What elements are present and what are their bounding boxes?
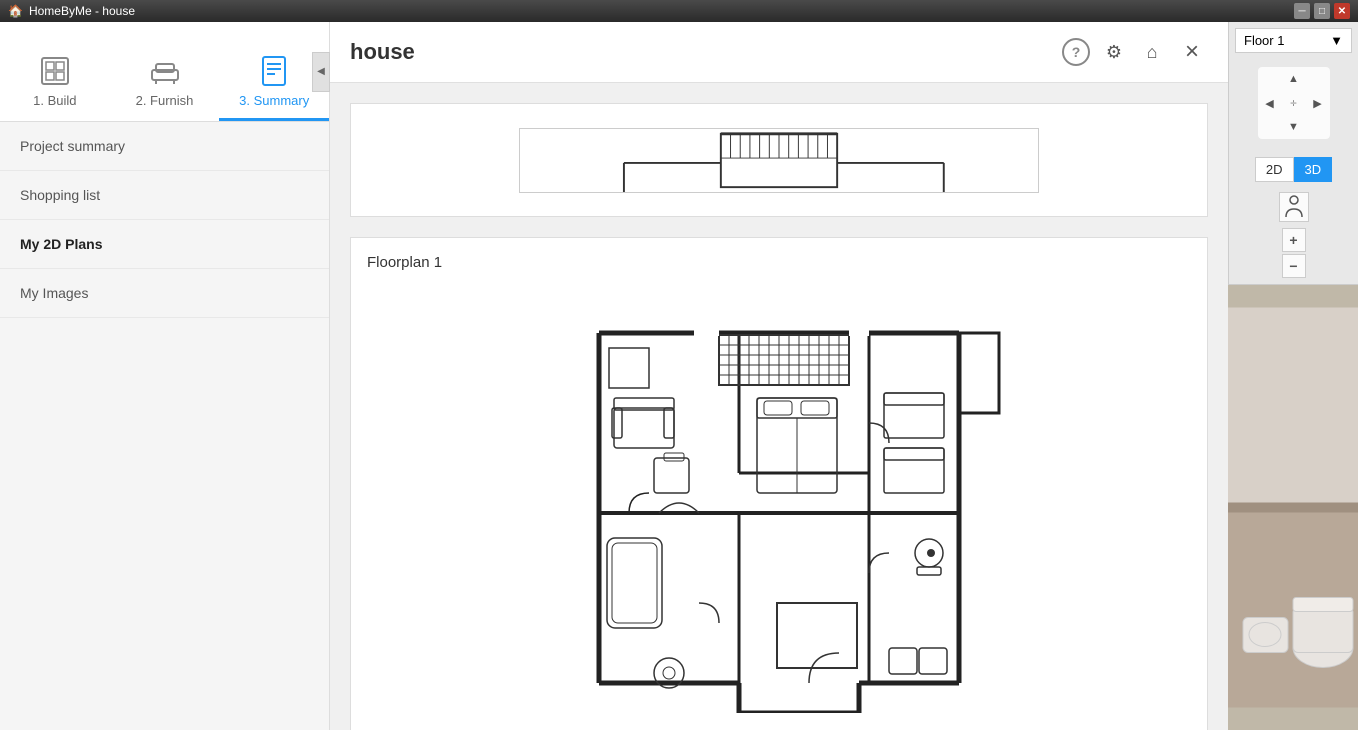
- app-container: 1. Build 2. Furnish: [0, 22, 1358, 730]
- sidebar-item-project-summary[interactable]: Project summary: [0, 122, 329, 171]
- floor-label: Floor 1: [1244, 33, 1284, 48]
- top-controls: Floor 1 ▼ ▲ ◀ ✛ ▶ ▼ 2D 3D: [1228, 22, 1358, 285]
- nav-up-left: [1258, 67, 1282, 91]
- sidebar-item-my-images[interactable]: My Images: [0, 269, 329, 318]
- minimize-button[interactable]: ─: [1294, 3, 1310, 19]
- home-button[interactable]: ⌂: [1138, 38, 1166, 66]
- close-window-button[interactable]: ✕: [1334, 3, 1350, 19]
- help-button[interactable]: ?: [1062, 38, 1090, 66]
- top-preview-card: [350, 103, 1208, 217]
- floor-arrow: ▼: [1330, 33, 1343, 48]
- panel-header: house ? ⚙ ⌂ ×: [330, 22, 1228, 83]
- furnish-label: 2. Furnish: [136, 93, 194, 108]
- settings-button[interactable]: ⚙: [1100, 38, 1128, 66]
- zoom-in-button[interactable]: +: [1282, 228, 1306, 252]
- nav-right-button[interactable]: ▶: [1306, 91, 1330, 115]
- sidebar-item-my-2d-plans[interactable]: My 2D Plans: [0, 220, 329, 269]
- view-toggle: 2D 3D: [1255, 157, 1332, 182]
- floorplan-card: Floorplan 1: [350, 237, 1208, 730]
- nav-up-right: [1306, 67, 1330, 91]
- build-label: 1. Build: [33, 93, 76, 108]
- person-view-button[interactable]: [1279, 192, 1309, 222]
- maximize-button[interactable]: □: [1314, 3, 1330, 19]
- floorplan-image: [367, 283, 1191, 723]
- summary-label: 3. Summary: [239, 93, 309, 108]
- window-title-area: 🏠 HomeByMe - house: [8, 4, 135, 18]
- nav-down-button[interactable]: ▼: [1282, 115, 1306, 139]
- main-panel: house ? ⚙ ⌂ ×: [330, 22, 1228, 730]
- tab-build[interactable]: 1. Build: [0, 53, 110, 121]
- nav-control-pad: ▲ ◀ ✛ ▶ ▼: [1258, 67, 1330, 139]
- top-preview-image: [367, 120, 1191, 200]
- window-title: HomeByMe - house: [29, 4, 135, 18]
- nav-tabs: 1. Build 2. Furnish: [0, 22, 329, 122]
- nav-left-button[interactable]: ◀: [1258, 91, 1282, 115]
- window-titlebar: 🏠 HomeByMe - house ─ □ ✕: [0, 0, 1358, 22]
- panel-body[interactable]: Floorplan 1: [330, 83, 1228, 730]
- toggle-3d-button[interactable]: 3D: [1294, 157, 1333, 182]
- nav-down-left: [1258, 115, 1282, 139]
- tab-furnish[interactable]: 2. Furnish: [110, 53, 220, 121]
- furnish-icon: [147, 53, 183, 89]
- sidebar-item-shopping-list[interactable]: Shopping list: [0, 171, 329, 220]
- app-icon: 🏠: [8, 4, 23, 18]
- zoom-out-button[interactable]: −: [1282, 254, 1306, 278]
- nav-down-right: [1306, 115, 1330, 139]
- zoom-controls: + −: [1282, 228, 1306, 278]
- right-side: Floor 1 ▼ ▲ ◀ ✛ ▶ ▼ 2D 3D: [1228, 22, 1358, 730]
- collapse-sidebar-button[interactable]: ◀: [312, 52, 330, 92]
- toggle-2d-button[interactable]: 2D: [1255, 157, 1294, 182]
- window-controls: ─ □ ✕: [1294, 3, 1350, 19]
- sidebar-menu: Project summary Shopping list My 2D Plan…: [0, 122, 329, 730]
- build-icon: [37, 53, 73, 89]
- panel-title: house: [350, 39, 415, 65]
- 3d-scene: [1228, 285, 1358, 730]
- nav-center-button[interactable]: ✛: [1282, 91, 1306, 115]
- floor-selector[interactable]: Floor 1 ▼: [1235, 28, 1352, 53]
- sidebar: 1. Build 2. Furnish: [0, 22, 330, 730]
- summary-icon: [256, 53, 292, 89]
- floorplan-title: Floorplan 1: [367, 254, 1191, 271]
- close-panel-button[interactable]: ×: [1176, 36, 1208, 68]
- nav-up-button[interactable]: ▲: [1282, 67, 1306, 91]
